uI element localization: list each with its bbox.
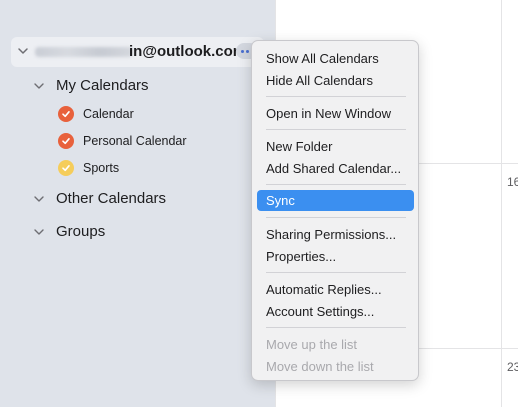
menu-item-hide-all-calendars[interactable]: Hide All Calendars [257, 70, 414, 91]
menu-item-sharing-permissions[interactable]: Sharing Permissions... [257, 224, 414, 245]
day-number[interactable]: 16 [507, 175, 518, 189]
menu-item-show-all-calendars[interactable]: Show All Calendars [257, 48, 414, 69]
sidebar: in@outlook.com My Calendars Calendar Per… [0, 0, 275, 407]
checkmark-icon [62, 138, 70, 145]
menu-item-move-down: Move down the list [266, 359, 374, 374]
menu-item-properties[interactable]: Properties... [257, 246, 414, 267]
context-menu: Show All Calendars Hide All Calendars Op… [251, 40, 419, 381]
group-label: Other Calendars [56, 190, 167, 207]
account-row[interactable]: in@outlook.com [11, 37, 264, 67]
menu-separator [266, 217, 406, 218]
redacted-account-name [35, 47, 133, 57]
dot-icon [240, 49, 244, 53]
menu-item-sync[interactable]: Sync [257, 190, 414, 211]
account-email: in@outlook.com [129, 43, 247, 60]
grid-line [501, 0, 502, 407]
checkmark-icon [62, 165, 70, 172]
chevron-down-icon[interactable] [33, 80, 45, 92]
menu-item-new-folder[interactable]: New Folder [257, 136, 414, 157]
menu-separator [266, 184, 406, 185]
calendar-label: Sports [83, 161, 120, 175]
checkbox[interactable] [58, 106, 74, 122]
checkbox[interactable] [58, 160, 74, 176]
chevron-down-icon[interactable] [33, 193, 45, 205]
chevron-down-icon[interactable] [16, 44, 30, 58]
calendar-label: Personal Calendar [83, 134, 187, 148]
chevron-down-icon[interactable] [33, 226, 45, 238]
dot-icon [245, 49, 249, 53]
menu-item-move-up: Move up the list [266, 337, 358, 352]
group-label: My Calendars [56, 77, 149, 94]
menu-separator [266, 96, 406, 97]
menu-separator [266, 129, 406, 130]
menu-item-account-settings[interactable]: Account Settings... [257, 301, 414, 322]
menu-item-automatic-replies[interactable]: Automatic Replies... [257, 279, 414, 300]
menu-item-add-shared-calendar[interactable]: Add Shared Calendar... [257, 158, 414, 179]
calendar-label: Calendar [83, 107, 134, 121]
day-number[interactable]: 23 [507, 360, 518, 374]
menu-item-open-in-new-window[interactable]: Open in New Window [257, 103, 414, 124]
checkbox[interactable] [58, 133, 74, 149]
checkmark-icon [62, 111, 70, 118]
group-label: Groups [56, 223, 106, 240]
menu-separator [266, 272, 406, 273]
menu-separator [266, 327, 406, 328]
